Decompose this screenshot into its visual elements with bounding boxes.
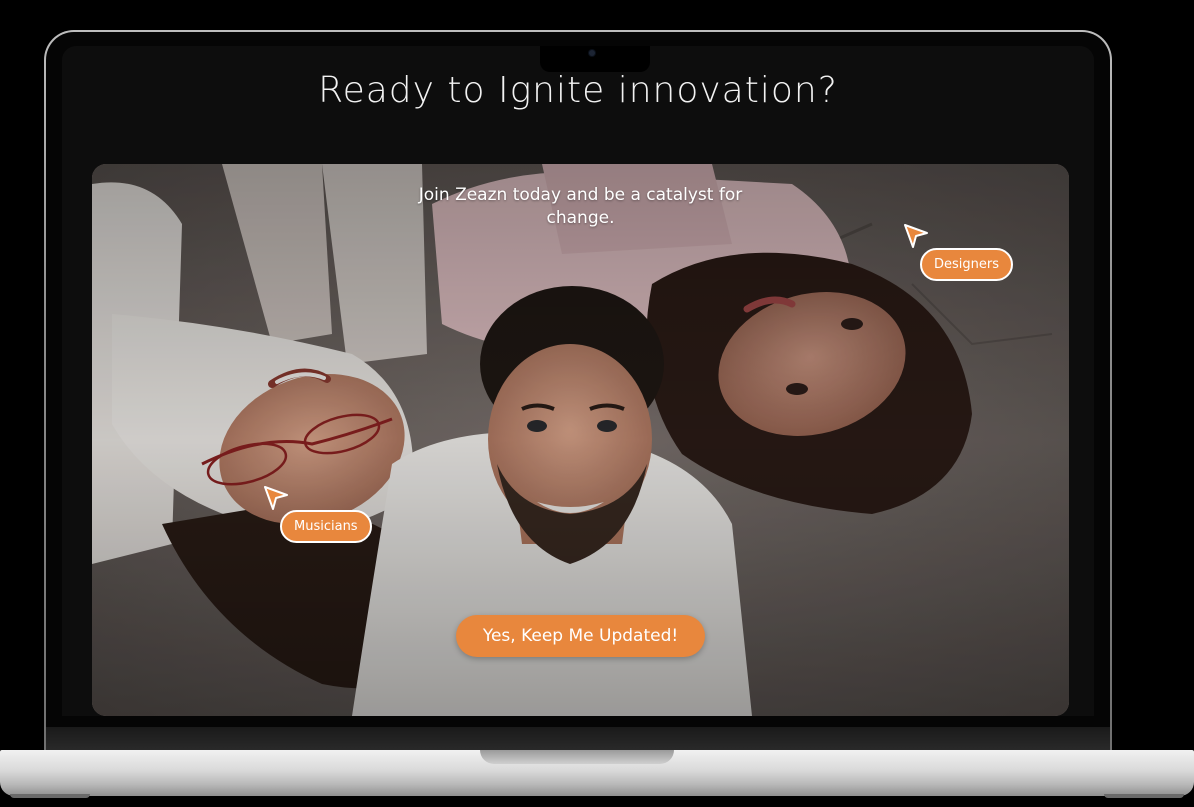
laptop-screen: Ready to Ignite innovation? Join Zeazn t…: [62, 46, 1094, 716]
laptop-base: [0, 750, 1194, 796]
hero-tagline: Join Zeazn today and be a catalyst for c…: [418, 185, 743, 228]
keep-me-updated-button[interactable]: Yes, Keep Me Updated!: [456, 615, 705, 657]
cursor-arrow-icon: [904, 224, 928, 248]
page: Ready to Ignite innovation? Join Zeazn t…: [0, 0, 1194, 807]
musicians-tag-label: Musicians: [280, 510, 372, 543]
hero-image-card: Join Zeazn today and be a catalyst for c…: [92, 164, 1069, 716]
laptop-lid: Ready to Ignite innovation? Join Zeazn t…: [44, 30, 1112, 755]
trackpad-notch: [480, 750, 674, 764]
laptop-bezel: Ready to Ignite innovation? Join Zeazn t…: [46, 32, 1110, 753]
camera-icon: [589, 50, 595, 56]
designers-tag-label: Designers: [920, 248, 1013, 281]
camera-notch: [540, 46, 650, 72]
laptop-foot-left: [10, 794, 90, 798]
cursor-arrow-icon: [264, 486, 288, 510]
laptop-foot-right: [1104, 794, 1184, 798]
page-headline: Ready to Ignite innovation?: [318, 70, 838, 111]
